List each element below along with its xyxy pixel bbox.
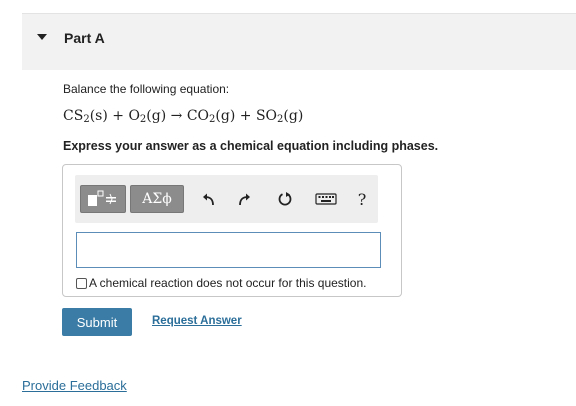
undo-icon (203, 193, 214, 206)
keyboard-button[interactable] (313, 185, 339, 213)
answer-panel: ΑΣϕ ? A chemical reaction does not occur… (62, 164, 402, 297)
request-answer-link[interactable]: Request Answer (152, 315, 242, 327)
templates-button[interactable] (80, 185, 126, 213)
answer-input[interactable] (76, 232, 381, 268)
answer-format-instruction: Express your answer as a chemical equati… (63, 139, 439, 153)
redo-icon (239, 193, 250, 206)
greek-symbols-button[interactable]: ΑΣϕ (130, 185, 184, 213)
keyboard-icon (315, 193, 337, 205)
no-reaction-label: A chemical reaction does not occur for t… (89, 276, 367, 290)
reset-button[interactable] (274, 185, 296, 213)
no-reaction-option[interactable]: A chemical reaction does not occur for t… (76, 276, 366, 290)
redo-button[interactable] (233, 185, 255, 213)
submit-button[interactable]: Submit (62, 308, 132, 336)
reset-icon (278, 192, 292, 206)
undo-button[interactable] (198, 185, 220, 213)
collapse-caret-icon[interactable] (37, 34, 47, 40)
help-button[interactable]: ? (351, 185, 373, 213)
question-instruction: Balance the following equation: (63, 82, 230, 96)
chemical-equation: CS2(s) + O2(g) → CO2(g) + SO2(g) (63, 108, 304, 125)
templates-icon (88, 190, 116, 206)
no-reaction-checkbox[interactable] (76, 277, 87, 289)
math-toolbar: ΑΣϕ ? (75, 175, 378, 223)
provide-feedback-link[interactable]: Provide Feedback (22, 378, 127, 393)
part-title: Part A (64, 30, 105, 46)
part-header[interactable]: Part A (22, 14, 576, 70)
